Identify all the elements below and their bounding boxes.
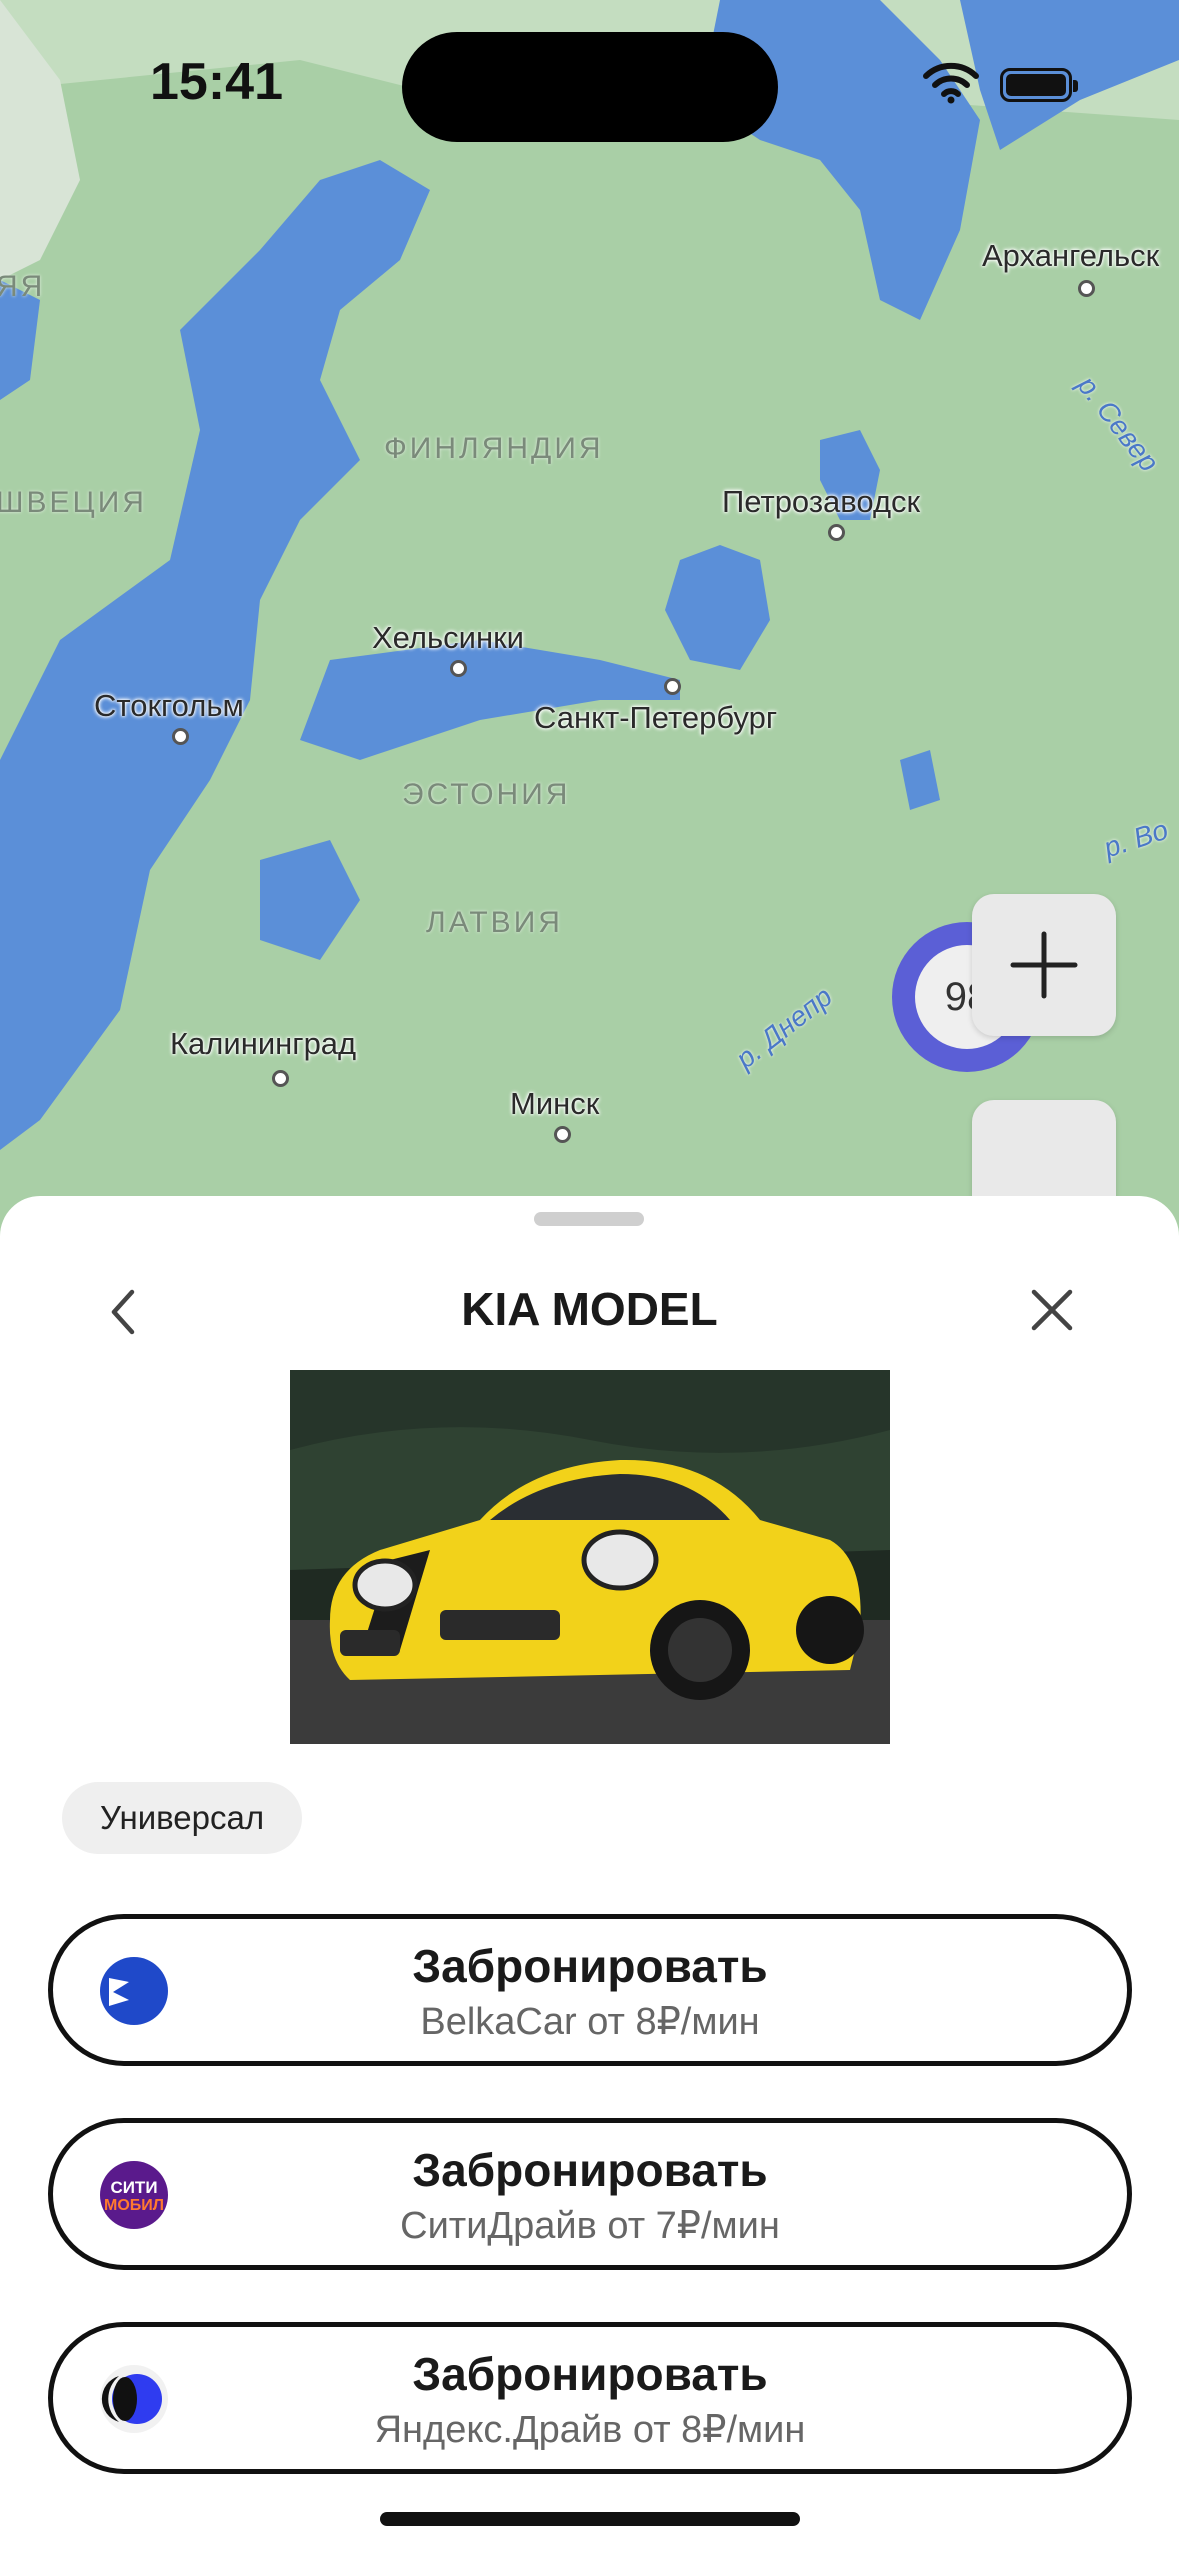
map-view[interactable]: 15:41 Архангельск Петрозаводск Хельсинки… (0, 0, 1179, 1250)
country-label: ЯЯ (0, 270, 46, 303)
city-marker (172, 728, 189, 745)
city-label: Калининград (170, 1026, 357, 1061)
book-title: Забронировать (412, 2348, 768, 2400)
city-marker (450, 660, 467, 677)
home-indicator[interactable] (380, 2512, 800, 2526)
country-label: ФИНЛЯНДИЯ (384, 432, 604, 465)
wifi-icon (923, 62, 979, 104)
city-label: Хельсинки (372, 620, 524, 655)
country-label: ШВЕЦИЯ (0, 486, 147, 519)
status-time: 15:41 (150, 53, 283, 111)
book-title: Забронировать (412, 2144, 768, 2196)
sheet-grabber[interactable] (534, 1212, 644, 1226)
car-details-sheet: KIA MODEL Универсал Забронировать BelkaC… (0, 1196, 1179, 2556)
book-title: Забронировать (412, 1940, 768, 1992)
book-citydrive-button[interactable]: СИТИ МОБИЛ Забронировать СитиДрайв от 7₽… (48, 2118, 1132, 2270)
city-marker (1078, 280, 1095, 297)
book-yandex-drive-button[interactable]: Забронировать Яндекс.Драйв от 8₽/мин (48, 2322, 1132, 2474)
city-marker (664, 678, 681, 695)
city-marker (828, 524, 845, 541)
battery-icon (1000, 68, 1078, 102)
book-subtitle: BelkaCar от 8₽/мин (420, 2001, 760, 2043)
book-subtitle: Яндекс.Драйв от 8₽/мин (374, 2409, 806, 2451)
city-label: Петрозаводск (722, 484, 921, 519)
city-label: Минск (510, 1086, 600, 1121)
plus-icon (1010, 931, 1078, 999)
car-title: KIA MODEL (461, 1283, 718, 1335)
country-label: ЛАТВИЯ (426, 906, 563, 939)
city-marker (272, 1070, 289, 1087)
country-label: ЭСТОНИЯ (402, 778, 571, 811)
book-subtitle: СитиДрайв от 7₽/мин (400, 2205, 780, 2247)
car-photo (290, 1370, 890, 1744)
city-label: Санкт-Петербург (534, 700, 778, 735)
dynamic-island (402, 32, 778, 142)
close-icon (1031, 1289, 1073, 1331)
book-belkacar-button[interactable]: Забронировать BelkaCar от 8₽/мин (48, 1914, 1132, 2066)
zoom-in-button[interactable] (972, 894, 1116, 1036)
city-label: Архангельск (982, 238, 1160, 273)
city-marker (554, 1126, 571, 1143)
city-label: Стокгольм (94, 688, 244, 723)
close-button[interactable] (1022, 1280, 1082, 1340)
category-chip[interactable]: Универсал (62, 1782, 303, 1854)
